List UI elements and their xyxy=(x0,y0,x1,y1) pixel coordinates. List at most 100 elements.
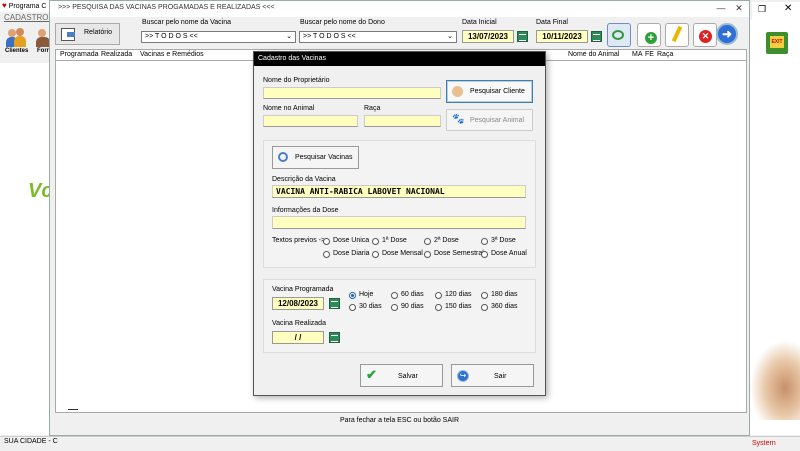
3a-dose-label: 3ª Dose xyxy=(491,237,516,244)
scrollbar-thumb[interactable] xyxy=(68,409,78,410)
radio-90-dias[interactable] xyxy=(391,304,398,311)
60-dias-label: 60 dias xyxy=(401,291,424,298)
background-app-title: ♥ Programa C xyxy=(2,1,46,10)
col-fe[interactable]: FE xyxy=(645,51,654,58)
calendar-icon[interactable] xyxy=(517,31,528,42)
sair-label: Sair xyxy=(494,373,507,380)
dose-anual-label: Dose Anual xyxy=(491,250,527,257)
fornecedores-tool-button[interactable]: Forr xyxy=(36,26,50,64)
client-search-icon xyxy=(452,86,463,97)
radio-dose-diaria[interactable] xyxy=(323,251,330,258)
fornecedores-icon xyxy=(36,26,50,48)
bg-restore-icon[interactable]: ❐ xyxy=(758,4,766,15)
radio-120-dias[interactable] xyxy=(435,292,442,299)
programada-input[interactable]: 12/08/2023 xyxy=(272,297,324,310)
pesquisar-animal-button[interactable]: 🐾 Pesquisar Animal xyxy=(446,109,533,131)
search-owner-combo[interactable]: >> T O D O S << ⌄ xyxy=(299,31,457,43)
dialog-title: Cadastro das Vacinas xyxy=(258,55,326,62)
col-realizada[interactable]: Realizada xyxy=(101,51,132,58)
clientes-tool-button[interactable]: Clientes xyxy=(5,26,28,64)
raca-label: Raça xyxy=(364,105,381,112)
vaccine-desc-input[interactable]: VACINA ANTI-RABICA LABOVET NACIONAL xyxy=(272,185,526,198)
180-dias-label: 180 dias xyxy=(491,291,518,298)
radio-180-dias[interactable] xyxy=(481,292,488,299)
2a-dose-label: 2ª Dose xyxy=(434,237,459,244)
dose-unica-label: Dose Unica xyxy=(333,237,370,244)
search-owner-label: Buscar pelo nome do Dono xyxy=(300,19,385,26)
background-statusbar xyxy=(0,436,800,451)
radio-360-dias[interactable] xyxy=(481,304,488,311)
radio-dose-unica[interactable] xyxy=(323,238,330,245)
sair-button[interactable]: ↪ Sair xyxy=(451,364,534,387)
search-vaccine-value: >> T O D O S << xyxy=(145,33,198,40)
chevron-down-icon: ⌄ xyxy=(286,33,292,40)
vaccine-registration-dialog: Cadastro das Vacinas Nome do Proprietári… xyxy=(253,51,546,396)
menu-cadastros[interactable]: CADASTROS xyxy=(4,13,54,22)
date-end-input[interactable]: 10/11/2023 xyxy=(536,30,588,43)
30-dias-label: 30 dias xyxy=(359,303,382,310)
radio-dose-mensal[interactable] xyxy=(372,251,379,258)
relatorio-label: Relatório xyxy=(84,29,113,36)
close-icon[interactable]: ✕ xyxy=(731,3,747,15)
radio-2a-dose[interactable] xyxy=(424,238,431,245)
programada-label: Vacina Programada xyxy=(272,286,334,293)
arrow-right-icon[interactable]: ➜ xyxy=(716,23,738,45)
date-start-label: Data Inicial xyxy=(462,19,497,26)
owner-input[interactable] xyxy=(263,87,441,99)
exit-arrow-icon: ↪ xyxy=(457,370,469,382)
paw-icon: 🐾 xyxy=(452,114,465,125)
dose-semestral-label: Dose Semestral xyxy=(434,250,484,257)
raca-input[interactable] xyxy=(364,115,441,127)
salvar-button[interactable]: ✔ Salvar xyxy=(360,364,443,387)
salvar-label: Salvar xyxy=(398,373,418,380)
pesquisar-cliente-button[interactable]: Pesquisar Cliente xyxy=(446,80,533,103)
150-dias-label: 150 dias xyxy=(445,303,472,310)
360-dias-label: 360 dias xyxy=(491,303,518,310)
background-content-left xyxy=(0,63,50,435)
col-ma[interactable]: MA xyxy=(632,51,643,58)
calendar-icon[interactable] xyxy=(329,332,340,343)
window-title: >>> PESQUISA DAS VACINAS PROGAMADAS E RE… xyxy=(58,4,275,11)
minimize-icon[interactable]: — xyxy=(713,3,729,15)
pesquisar-vacinas-button[interactable]: Pesquisar Vacinas xyxy=(272,146,359,169)
window-footer-hint: Para fechar a tela ESC ou botão SAIR xyxy=(339,417,460,424)
add-icon[interactable]: + xyxy=(637,23,661,47)
col-raca[interactable]: Raça xyxy=(657,51,673,58)
refresh-icon[interactable] xyxy=(607,23,631,47)
radio-1a-dose[interactable] xyxy=(372,238,379,245)
app-logo-icon: ♥ xyxy=(2,1,7,10)
delete-icon[interactable]: ✕ xyxy=(693,23,717,47)
radio-dose-semestral[interactable] xyxy=(424,251,431,258)
vaccine-desc-label: Descrição da Vacina xyxy=(272,176,336,183)
radio-150-dias[interactable] xyxy=(435,304,442,311)
radio-30-dias[interactable] xyxy=(349,304,356,311)
hoje-label: Hoje xyxy=(359,291,374,298)
status-system: Systern xyxy=(752,440,776,447)
dose-diaria-label: Dose Diaria xyxy=(333,250,370,257)
calendar-icon[interactable] xyxy=(329,298,340,309)
checkmark-icon: ✔ xyxy=(366,367,377,382)
col-programada[interactable]: Programada xyxy=(60,51,99,58)
realizada-input[interactable]: / / xyxy=(272,331,324,344)
bg-close-icon[interactable]: ✕ xyxy=(784,3,792,14)
dose-info-input[interactable] xyxy=(272,216,526,229)
search-vaccine-label: Buscar pelo nome da Vacina xyxy=(142,19,231,26)
dose-mensal-label: Dose Mensal xyxy=(382,250,423,257)
dose-info-label: Informações da Dose xyxy=(272,207,339,214)
chevron-down-icon: ⌄ xyxy=(447,33,453,40)
dog-image xyxy=(750,340,800,420)
radio-3a-dose[interactable] xyxy=(481,238,488,245)
status-city: SUA CIDADE - C xyxy=(4,438,58,445)
1a-dose-label: 1ª Dose xyxy=(382,237,407,244)
radio-60-dias[interactable] xyxy=(391,292,398,299)
animal-input[interactable] xyxy=(263,115,358,127)
calendar-icon[interactable] xyxy=(591,31,602,42)
radio-dose-anual[interactable] xyxy=(481,251,488,258)
col-vacinas[interactable]: Vacinas e Remédios xyxy=(140,51,204,58)
date-start-input[interactable]: 13/07/2023 xyxy=(462,30,514,43)
radio-hoje[interactable] xyxy=(349,292,356,299)
col-nome-animal[interactable]: Nome do Animal xyxy=(568,51,619,58)
exit-app-icon[interactable]: EXIT xyxy=(766,32,788,54)
search-vaccine-combo[interactable]: >> T O D O S << ⌄ xyxy=(141,31,296,43)
edit-icon[interactable] xyxy=(665,23,689,47)
